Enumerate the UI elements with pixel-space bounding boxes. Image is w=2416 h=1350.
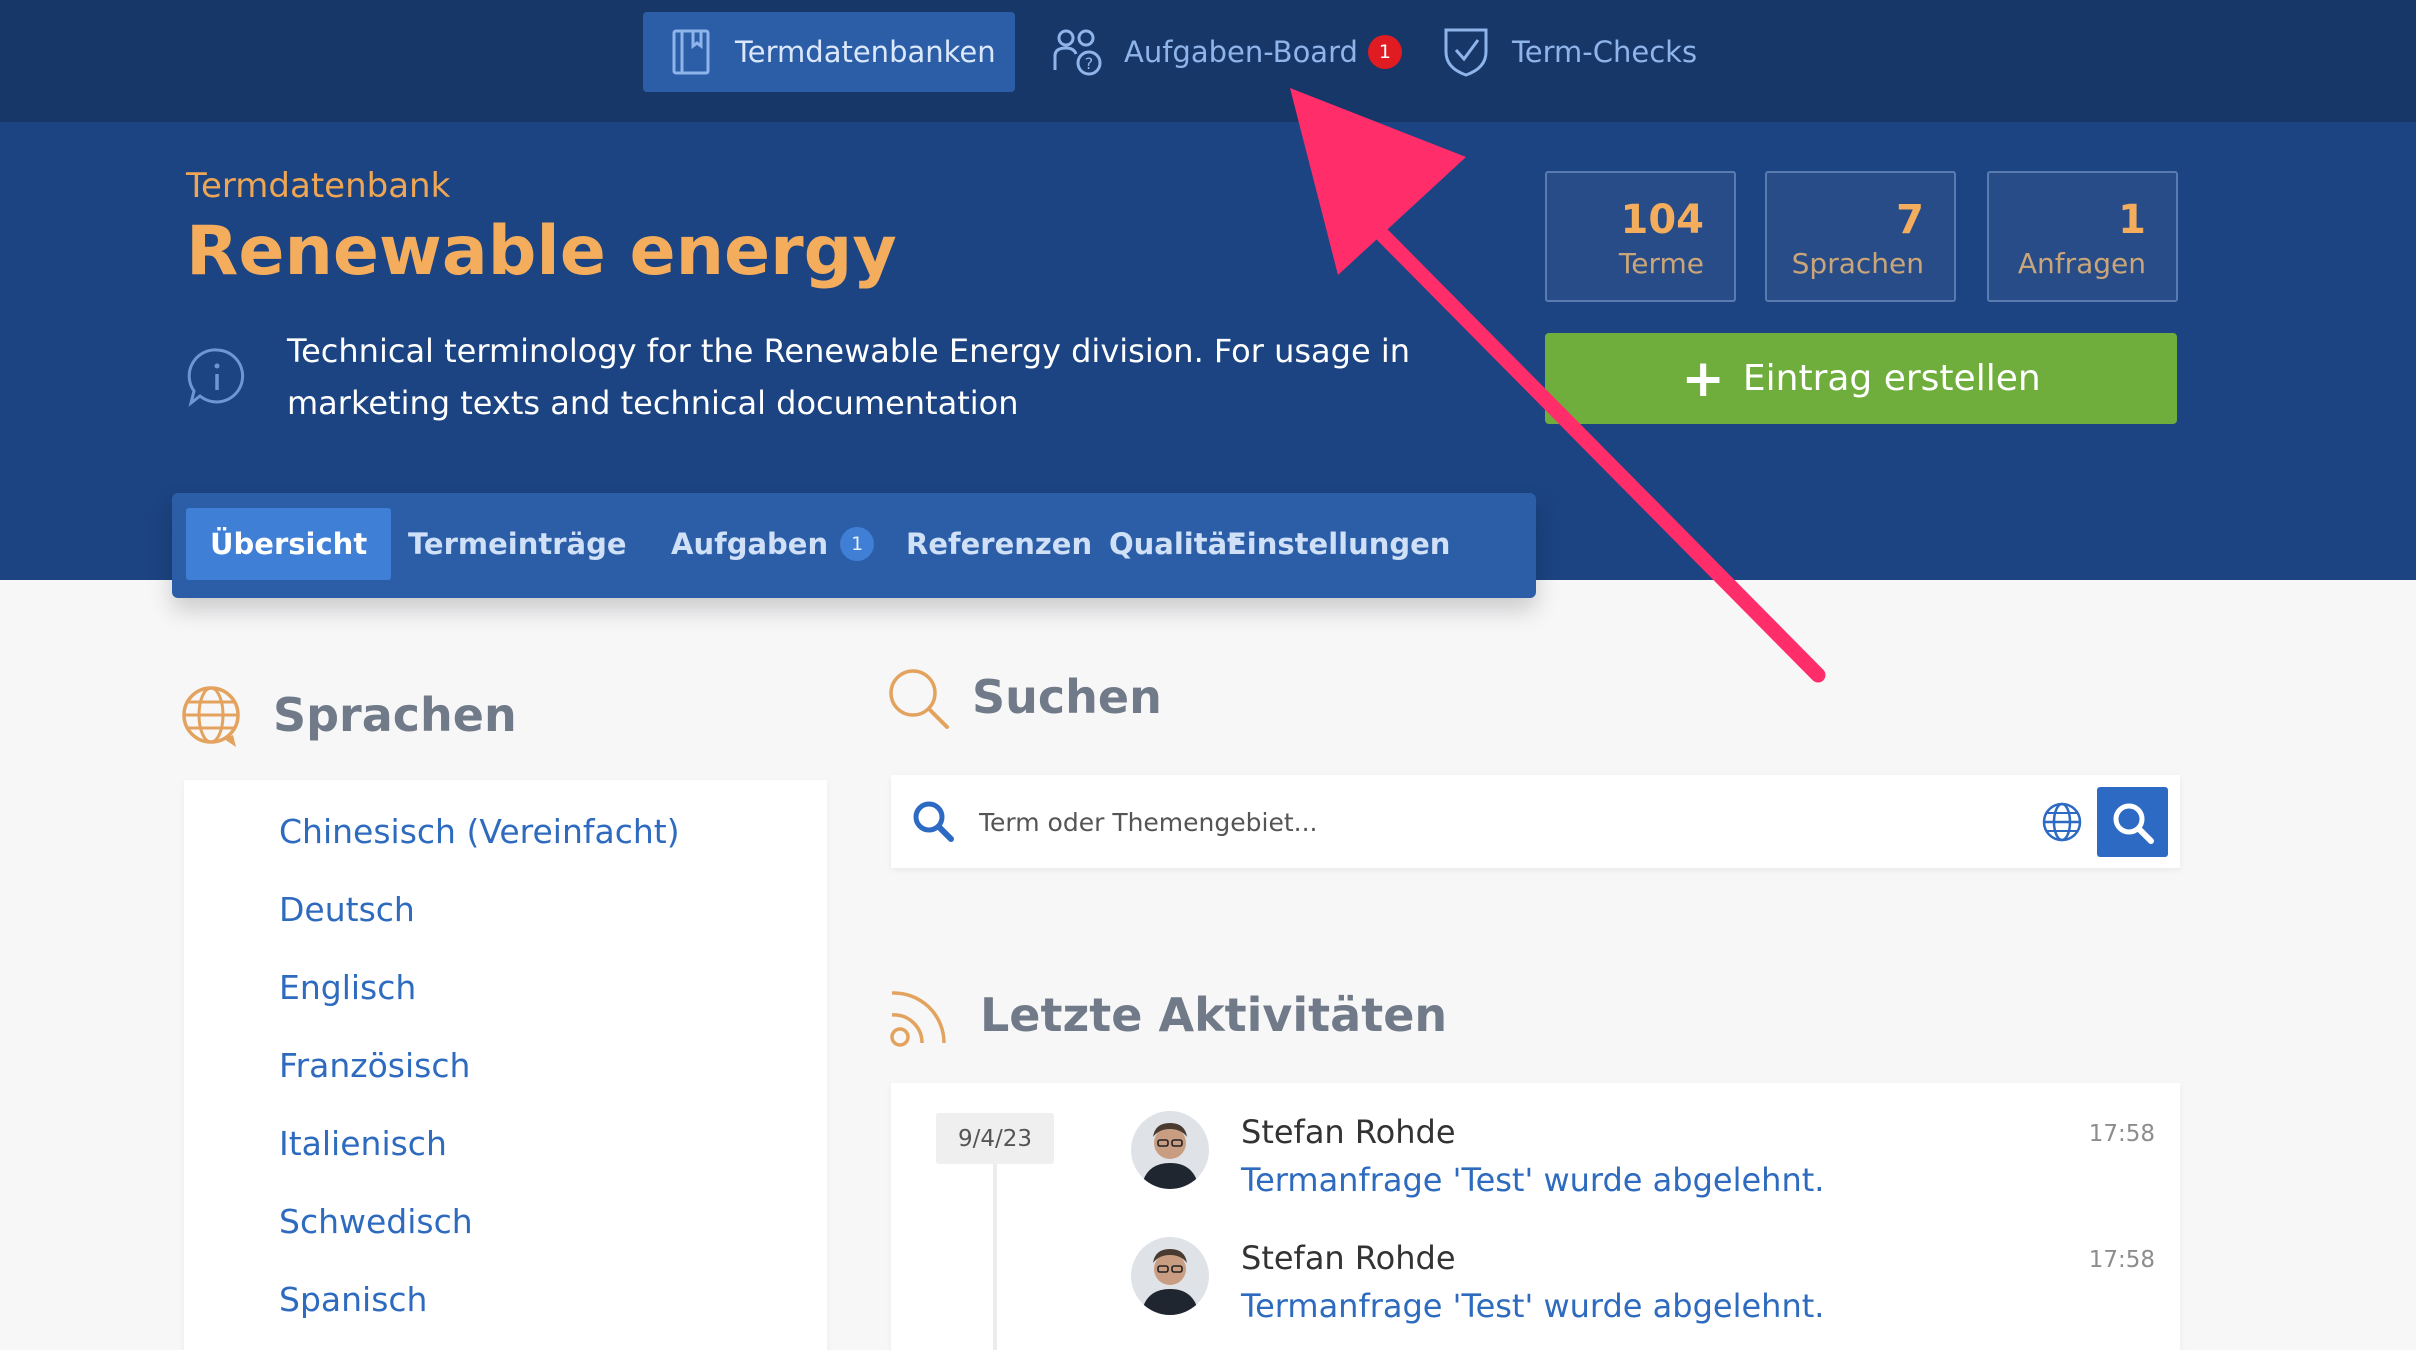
language-link[interactable]: Schwedisch: [279, 1202, 473, 1241]
avatar[interactable]: [1131, 1111, 1209, 1189]
tab-uebersicht[interactable]: Übersicht: [186, 508, 392, 580]
languages-list: Chinesisch (Vereinfacht) Deutsch Englisc…: [184, 780, 827, 1350]
notification-badge: 1: [1367, 35, 1402, 69]
info-icon: [186, 346, 248, 412]
language-link[interactable]: Französisch: [279, 1046, 470, 1085]
activity-user: Stefan Rohde: [1241, 1239, 1456, 1277]
tab-badge: 1: [840, 527, 875, 561]
stat-terme[interactable]: 104 Terme: [1545, 171, 1736, 302]
nav-aufgaben-board[interactable]: ? Aufgaben-Board 1: [1052, 12, 1412, 92]
tab-label: Referenzen: [906, 527, 1093, 561]
database-type-label: Termdatenbank: [186, 166, 451, 206]
people-question-icon: ?: [1052, 26, 1104, 78]
create-entry-button[interactable]: + Eintrag erstellen: [1545, 333, 2177, 424]
tab-einstellungen[interactable]: Einstellungen: [1203, 508, 1474, 580]
tab-bar: Übersicht Termeinträge Aufgaben 1 Referen…: [172, 493, 1536, 598]
activity-time: 17:58: [2088, 1247, 2155, 1273]
language-link[interactable]: Deutsch: [279, 890, 415, 929]
search-icon: [911, 799, 955, 847]
stat-terme-label: Terme: [1618, 247, 1704, 280]
tab-referenzen[interactable]: Referenzen: [882, 508, 1116, 580]
database-description: Technical terminology for the Renewable …: [287, 332, 1410, 422]
nav-term-checks-label: Term-Checks: [1512, 35, 1698, 69]
nav-termdatenbanken-label: Termdatenbanken: [735, 35, 996, 69]
shield-check-icon: [1442, 26, 1490, 78]
language-globe-icon[interactable]: [2041, 801, 2083, 847]
timeline-line: [993, 1164, 997, 1350]
tab-label: Übersicht: [210, 527, 368, 561]
stat-anfragen[interactable]: 1 Anfragen: [1987, 171, 2178, 302]
language-link[interactable]: Spanisch: [279, 1280, 427, 1319]
stat-anfragen-value: 1: [2118, 197, 2146, 243]
activity-message-link[interactable]: Termanfrage 'Test' wurde abgelehnt.: [1241, 1161, 1824, 1199]
plus-icon: +: [1681, 348, 1725, 409]
globe-icon: [180, 685, 244, 753]
search-icon: [2111, 801, 2155, 849]
nav-termdatenbanken[interactable]: Termdatenbanken: [643, 12, 1015, 92]
feed-icon: [886, 985, 950, 1053]
tab-termeintraege[interactable]: Termeinträge: [384, 508, 651, 580]
date-label: 9/4/23: [936, 1113, 1054, 1164]
activity-feed: 9/4/23 Stefan Rohde Termanfrage 'Test' w…: [891, 1083, 2180, 1350]
page-title: Renewable energy: [186, 212, 897, 291]
stat-terme-value: 104: [1620, 197, 1705, 243]
tab-label: Termeinträge: [408, 527, 627, 561]
tab-aufgaben[interactable]: Aufgaben 1: [647, 508, 898, 580]
stat-anfragen-label: Anfragen: [2017, 247, 2146, 280]
stat-sprachen[interactable]: 7 Sprachen: [1765, 171, 1956, 302]
magnifier-icon: [887, 667, 951, 735]
stat-sprachen-label: Sprachen: [1791, 247, 1924, 280]
search-button[interactable]: [2097, 787, 2168, 857]
language-link[interactable]: Chinesisch (Vereinfacht): [279, 812, 680, 851]
activity-title: Letzte Aktivitäten: [980, 988, 1448, 1042]
search-title: Suchen: [972, 670, 1162, 724]
nav-term-checks[interactable]: Term-Checks: [1442, 12, 1722, 92]
language-link[interactable]: Italienisch: [279, 1124, 447, 1163]
create-entry-label: Eintrag erstellen: [1742, 358, 2041, 399]
activity-time: 17:58: [2088, 1121, 2155, 1147]
activity-message-link[interactable]: Termanfrage 'Test' wurde abgelehnt.: [1241, 1287, 1824, 1325]
nav-aufgaben-board-label: Aufgaben-Board: [1124, 35, 1358, 69]
activity-user: Stefan Rohde: [1241, 1113, 1456, 1151]
languages-title: Sprachen: [273, 688, 517, 742]
svg-text:?: ?: [1085, 54, 1094, 73]
top-navigation: Termdatenbanken ? Aufgaben-Board 1 Term-…: [0, 0, 2416, 122]
stat-sprachen-value: 7: [1896, 197, 1924, 243]
search-bar: [891, 775, 2180, 868]
tab-label: Aufgaben: [671, 527, 829, 561]
avatar[interactable]: [1131, 1237, 1209, 1315]
search-input[interactable]: [979, 799, 1979, 845]
tab-label: Einstellungen: [1227, 527, 1451, 561]
book-icon: [671, 28, 711, 76]
language-link[interactable]: Englisch: [279, 968, 416, 1007]
